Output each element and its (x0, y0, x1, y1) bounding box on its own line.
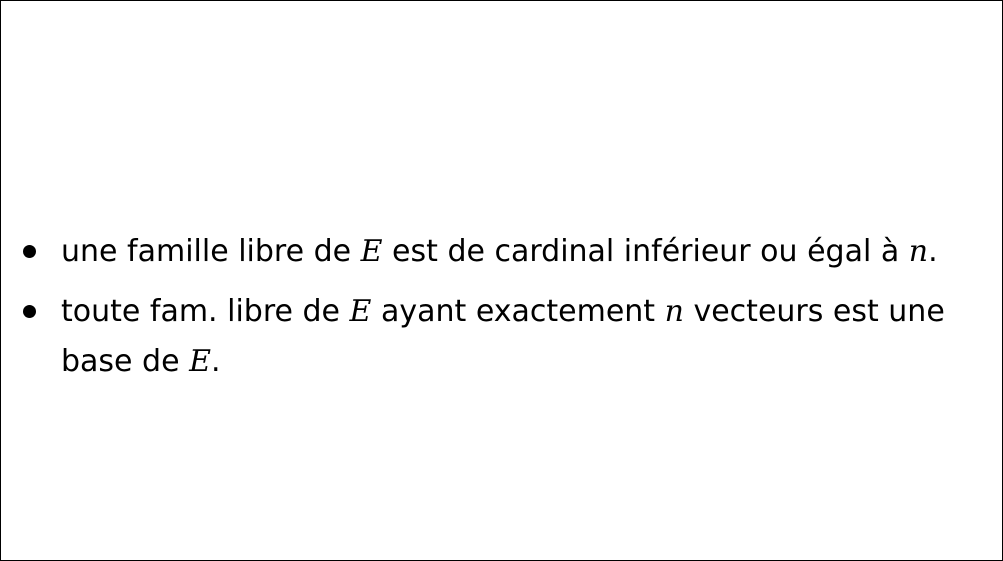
math-variable: E (360, 234, 383, 269)
text: une famille libre de (61, 234, 361, 269)
math-variable: E (349, 294, 372, 329)
math-variable: n (908, 234, 929, 269)
bullet-dot-icon (23, 245, 36, 258)
text: base de (61, 344, 190, 379)
math-variable: E (189, 344, 211, 379)
list-item: toute fam. libre de E ayant exactement n… (21, 287, 996, 387)
slide: une famille libre de E est de cardinal i… (0, 0, 1003, 561)
text: . (211, 344, 221, 379)
bullet-list: une famille libre de E est de cardinal i… (21, 227, 996, 387)
text: ayant exactement (371, 294, 665, 329)
continuation-line: base de E. (61, 337, 996, 387)
text: vecteurs est une (683, 294, 945, 329)
text: est de cardinal inférieur ou égal à (382, 234, 909, 269)
text: . (928, 234, 938, 269)
list-item: une famille libre de E est de cardinal i… (21, 227, 996, 277)
math-variable: n (664, 294, 684, 329)
text: toute fam. libre de (61, 294, 350, 329)
bullet-dot-icon (23, 305, 36, 318)
